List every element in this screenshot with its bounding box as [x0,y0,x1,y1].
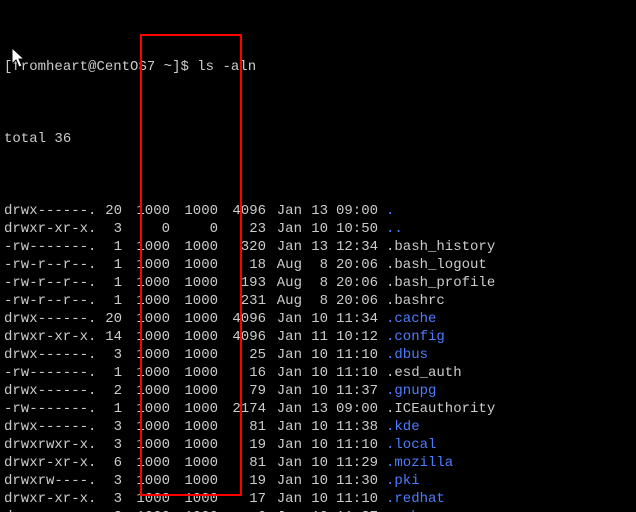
list-row: drwx------.20100010004096Jan1011:34.cach… [4,310,632,328]
list-row: drwxr-xr-x.14100010004096Jan1110:12.conf… [4,328,632,346]
prompt-at: @ [88,58,96,76]
list-row: -rw-r--r--.110001000231Aug820:06.bashrc [4,292,632,310]
prompt-close: ] [172,58,180,76]
list-row: drwx------.31000100081Jan1011:38.kde [4,418,632,436]
file-name: .pki [378,472,420,490]
list-row: drwx------.20100010004096Jan1309:00. [4,202,632,220]
file-name: .. [378,220,403,238]
prompt-symbol: $ [180,58,188,76]
list-row: -rw-r--r--.11000100018Aug820:06.bash_log… [4,256,632,274]
file-name: .redhat [378,490,445,508]
file-name: .bashrc [378,292,445,310]
file-name: .dbus [378,346,428,364]
file-name: . [378,202,394,220]
list-row: drwxr-xr-x.30023Jan1010:50.. [4,220,632,238]
total-value: 36 [54,130,71,148]
list-row: -rw-------.11000100016Jan1011:10.esd_aut… [4,364,632,382]
list-row: -rw-------.1100010002174Jan1309:00.ICEau… [4,400,632,418]
file-name: .ssh [378,508,420,512]
list-row: drwxrw----.31000100019Jan1011:30.pki [4,472,632,490]
prompt-cwd: ~ [164,58,172,76]
list-row: -rw-r--r--.110001000193Aug820:06.bash_pr… [4,274,632,292]
file-listing: drwx------.20100010004096Jan1309:00.drwx… [4,202,632,512]
prompt-user: fromheart [12,58,88,76]
file-name: .gnupg [378,382,436,400]
list-row: drwx------.31000100025Jan1011:10.dbus [4,346,632,364]
file-name: .kde [378,418,420,436]
file-name: .mozilla [378,454,453,472]
file-name: .local [378,436,436,454]
prompt-open: [ [4,58,12,76]
file-name: .bash_history [378,238,495,256]
file-name: .bash_logout [378,256,487,274]
prompt-gap [189,58,197,76]
file-name: .cache [378,310,436,328]
prompt-host: CentOS7 [96,58,155,76]
list-row: drwx------.21000100079Jan1011:37.gnupg [4,382,632,400]
terminal[interactable]: [ fromheart @ CentOS7 ~ ] $ ls -aln tota… [0,0,636,512]
list-row: drwxrwxr-x.31000100019Jan1011:10.local [4,436,632,454]
file-name: .esd_auth [378,364,462,382]
file-name: .config [378,328,445,346]
command-text: ls -aln [197,58,256,76]
list-row: drwxr-xr-x.61000100081Jan1011:29.mozilla [4,454,632,472]
total-label: total [4,130,46,148]
list-row: drwx------.2100010006Jan1011:37.ssh [4,508,632,512]
file-name: .ICEauthority [378,400,495,418]
prompt-space [155,58,163,76]
list-row: drwxr-xr-x.31000100017Jan1011:10.redhat [4,490,632,508]
prompt-line: [ fromheart @ CentOS7 ~ ] $ ls -aln [4,58,632,76]
total-line: total 36 [4,130,632,148]
list-row: -rw-------.110001000320Jan1312:34.bash_h… [4,238,632,256]
file-name: .bash_profile [378,274,495,292]
